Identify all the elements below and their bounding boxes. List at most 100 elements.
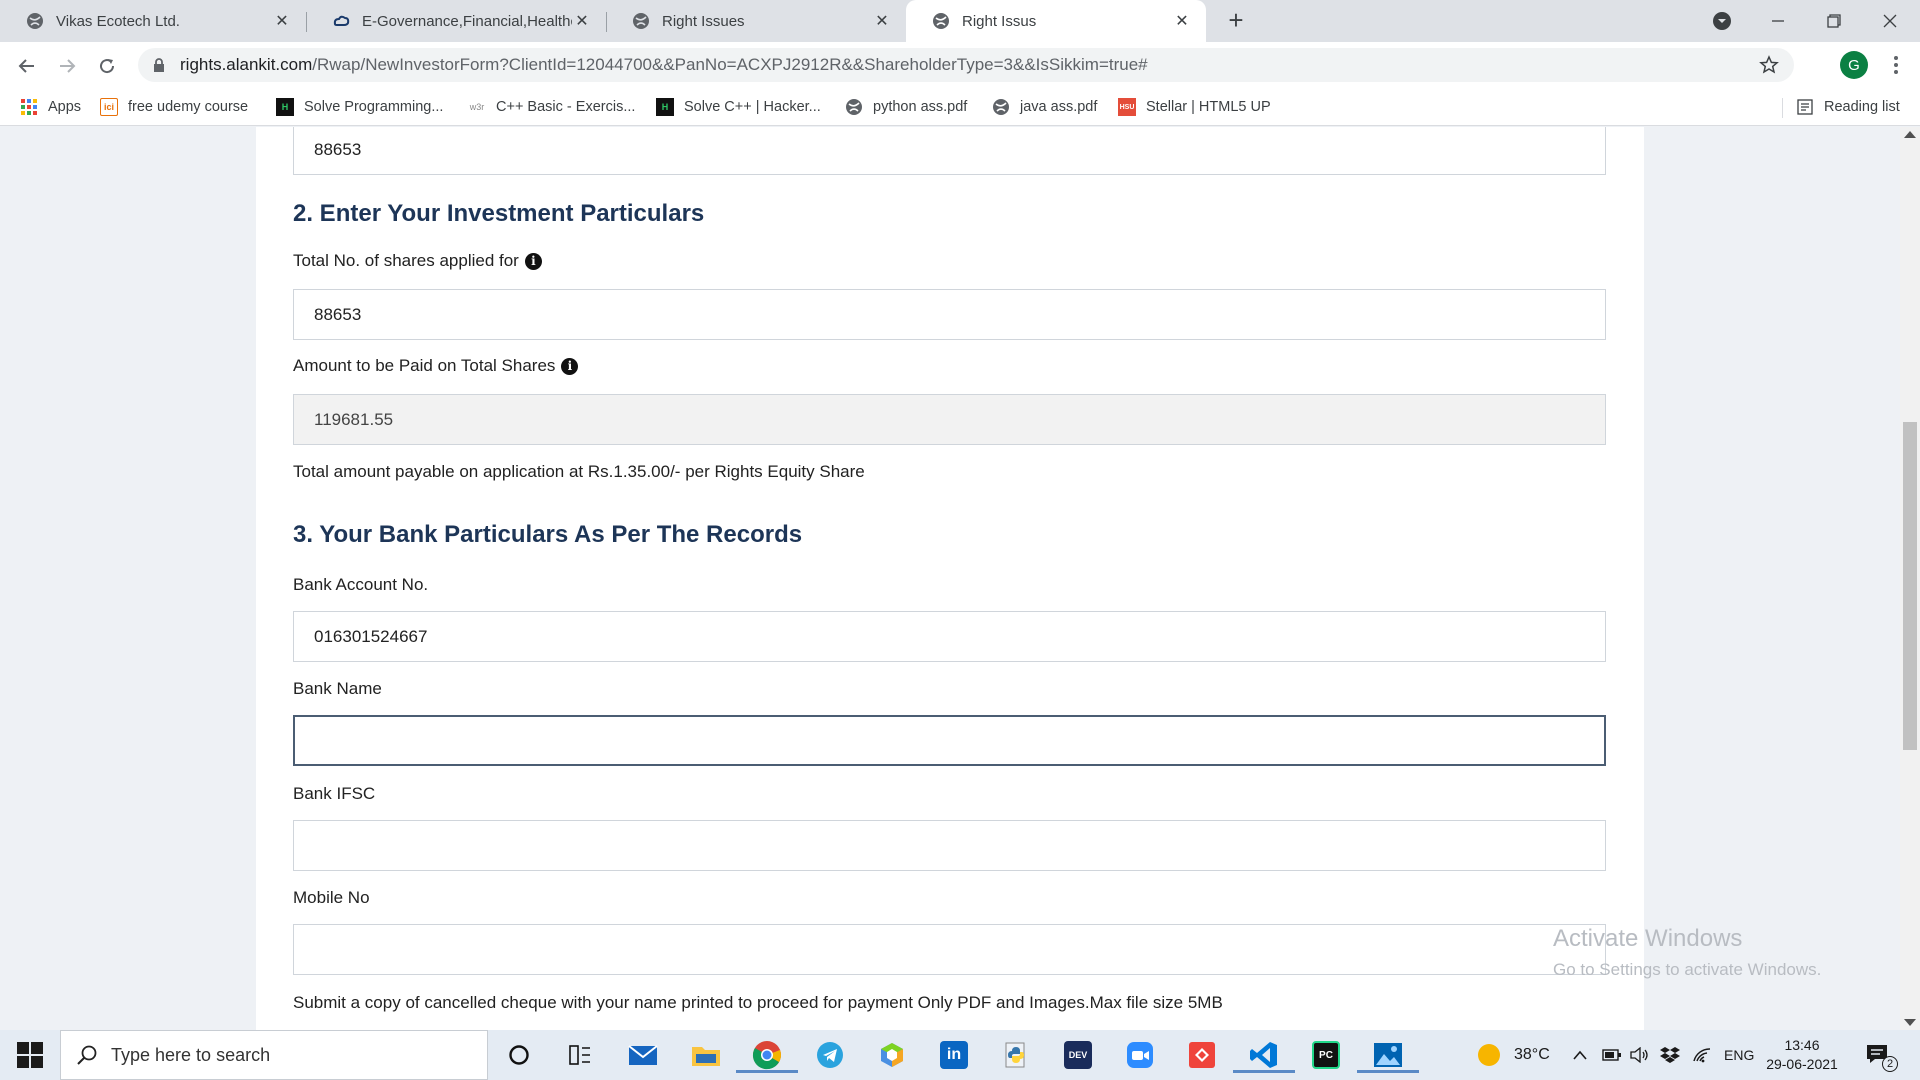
weather-widget[interactable]: 38°C: [1478, 1030, 1550, 1080]
shares-label: Total No. of shares applied for i: [293, 251, 542, 271]
restore-button[interactable]: [1806, 0, 1862, 42]
notification-icon: 2: [1866, 1044, 1898, 1072]
cloud-icon: [332, 12, 350, 30]
tab-title: E-Governance,Financial,Healthcar: [362, 12, 572, 30]
tab-title: Right Issus: [962, 12, 1037, 30]
cheque-note: Submit a copy of cancelled cheque with y…: [293, 993, 1223, 1012]
ifsc-input[interactable]: [293, 820, 1606, 871]
reload-button[interactable]: [92, 51, 122, 81]
reading-list-label: Reading list: [1824, 99, 1900, 115]
address-bar[interactable]: rights.alankit.com/Rwap/NewInvestorForm?…: [138, 48, 1794, 82]
scroll-down-arrow[interactable]: [1904, 1019, 1916, 1026]
language-indicator[interactable]: ENG: [1724, 1030, 1754, 1080]
bookmark-udemy[interactable]: ici free udemy course: [100, 88, 248, 126]
restore-icon: [1827, 14, 1841, 28]
bookmark-stellar[interactable]: HSU Stellar | HTML5 UP: [1118, 88, 1271, 126]
account-input[interactable]: 016301524667: [293, 611, 1606, 662]
hackerrank-icon: H: [276, 98, 294, 116]
close-window-button[interactable]: [1862, 0, 1918, 42]
close-tab-icon[interactable]: ✕: [272, 11, 292, 31]
apps-grid-icon: [20, 98, 38, 116]
globe-icon: [992, 98, 1010, 116]
anydesk-icon[interactable]: [1182, 1037, 1222, 1073]
taskbar-clock[interactable]: 13:46 29-06-2021: [1757, 1036, 1847, 1074]
ifsc-label: Bank IFSC: [293, 784, 376, 803]
info-icon[interactable]: i: [524, 252, 542, 270]
shares-input[interactable]: 88653: [293, 289, 1606, 340]
wifi-icon[interactable]: [1692, 1030, 1712, 1080]
page-viewport: 88653 2. Enter Your Investment Particula…: [0, 127, 1900, 1030]
volume-icon[interactable]: [1630, 1030, 1650, 1080]
devcpp-icon[interactable]: DEV: [1058, 1037, 1098, 1073]
active-app-indicator: [1233, 1070, 1295, 1073]
weather-temp: 38°C: [1514, 1046, 1550, 1063]
bookmark-solve-cpp[interactable]: H Solve C++ | Hacker...: [656, 88, 821, 126]
reading-list-button[interactable]: Reading list: [1796, 88, 1900, 126]
bookmark-label: free udemy course: [128, 99, 249, 115]
pycharm-icon[interactable]: PC: [1306, 1037, 1346, 1073]
search-placeholder: Type here to search: [111, 1044, 271, 1065]
forward-button[interactable]: [52, 51, 82, 81]
close-tab-icon[interactable]: ✕: [872, 11, 892, 31]
amount-label: Amount to be Paid on Total Shares i: [293, 356, 579, 376]
tab-e-governance[interactable]: E-Governance,Financial,Healthcar ✕: [306, 0, 606, 42]
chevron-down-icon: [1713, 12, 1731, 30]
tray-chevron-icon[interactable]: [1572, 1030, 1588, 1080]
taskbar-search[interactable]: Type here to search: [60, 1030, 488, 1080]
bookmark-label: Solve Programming...: [304, 99, 444, 115]
profile-avatar[interactable]: G: [1840, 51, 1868, 79]
bookmark-apps[interactable]: Apps: [20, 88, 81, 126]
tab-search-button[interactable]: [1694, 0, 1750, 42]
windows-start-button[interactable]: [12, 1042, 48, 1068]
file-explorer-icon[interactable]: [686, 1037, 726, 1073]
scroll-thumb[interactable]: [1903, 422, 1917, 750]
bookmark-star-icon[interactable]: [1758, 54, 1780, 76]
zoom-icon[interactable]: [1120, 1037, 1160, 1073]
vscode-icon[interactable]: [1233, 1037, 1295, 1073]
globe-icon: [26, 12, 44, 30]
mobile-input[interactable]: [293, 924, 1606, 975]
notification-center[interactable]: 2: [1866, 1030, 1898, 1080]
app-icon[interactable]: [872, 1037, 912, 1073]
close-tab-icon[interactable]: ✕: [1172, 11, 1192, 31]
tab-right-issues[interactable]: Right Issues ✕: [606, 0, 906, 42]
close-tab-icon[interactable]: ✕: [572, 11, 592, 31]
tab-right-issus-active[interactable]: Right Issus ✕: [906, 0, 1206, 42]
menu-kebab-icon[interactable]: [1884, 51, 1908, 79]
clock-time: 13:46: [1784, 1037, 1820, 1053]
info-icon[interactable]: i: [561, 357, 579, 375]
tab-vikas-ecotech[interactable]: Vikas Ecotech Ltd. ✕: [0, 0, 306, 42]
dropbox-icon[interactable]: [1660, 1030, 1680, 1080]
bank-name-input[interactable]: [293, 715, 1606, 766]
arrow-right-icon: [60, 59, 76, 73]
scroll-up-arrow[interactable]: [1904, 131, 1916, 138]
battery-icon[interactable]: [1602, 1030, 1622, 1080]
bookmark-cpp-basic[interactable]: w3r C++ Basic - Exercis...: [468, 88, 636, 126]
bookmark-python-ass[interactable]: python ass.pdf: [845, 88, 967, 126]
bookmark-java-ass[interactable]: java ass.pdf: [992, 88, 1097, 126]
bookmark-solve-programming[interactable]: H Solve Programming...: [276, 88, 443, 126]
chrome-icon[interactable]: [736, 1037, 798, 1073]
back-button[interactable]: [12, 51, 42, 81]
telegram-icon[interactable]: [810, 1037, 850, 1073]
amount-note: Total amount payable on application at R…: [293, 462, 865, 481]
clock-date: 29-06-2021: [1766, 1056, 1838, 1072]
browser-toolbar: rights.alankit.com/Rwap/NewInvestorForm?…: [0, 42, 1920, 88]
task-view-icon[interactable]: [560, 1037, 600, 1073]
python-icon[interactable]: [996, 1037, 1036, 1073]
page-scrollbar[interactable]: [1900, 127, 1920, 1030]
cortana-icon[interactable]: [499, 1037, 539, 1073]
arrow-left-icon: [18, 59, 34, 73]
minimize-button[interactable]: [1750, 0, 1806, 42]
previous-field[interactable]: 88653: [293, 127, 1606, 175]
tab-title: Right Issues: [662, 12, 745, 30]
html5up-icon: HSU: [1118, 98, 1136, 116]
reload-icon: [100, 59, 115, 74]
lock-icon[interactable]: [150, 56, 168, 74]
photos-icon[interactable]: [1357, 1037, 1419, 1073]
new-tab-button[interactable]: +: [1222, 7, 1250, 35]
mail-icon[interactable]: [623, 1037, 663, 1073]
amount-label-text: Amount to be Paid on Total Shares: [293, 356, 556, 375]
linkedin-icon[interactable]: in: [934, 1037, 974, 1073]
active-app-indicator: [736, 1070, 798, 1073]
